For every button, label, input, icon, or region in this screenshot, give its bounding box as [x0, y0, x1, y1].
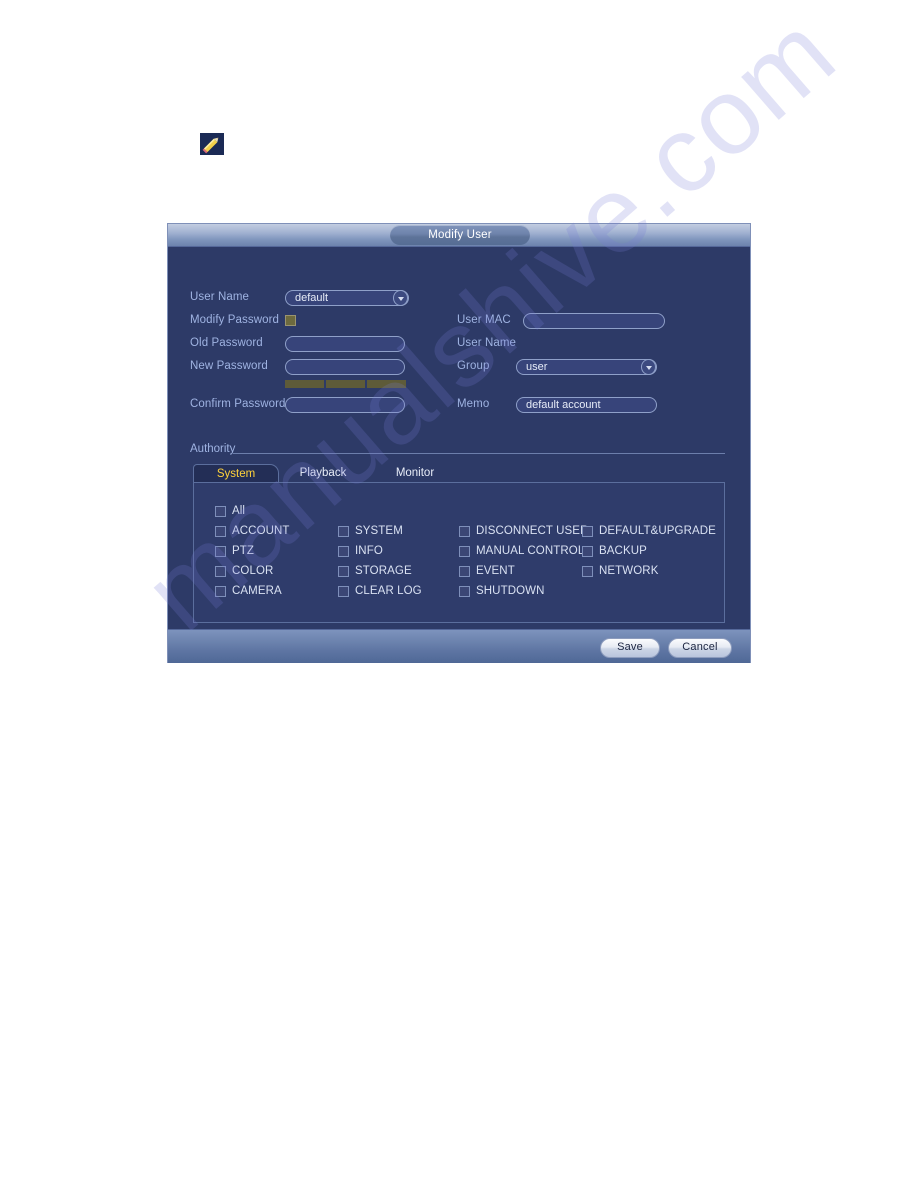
- dialog-footer: Save Cancel: [168, 629, 750, 663]
- dialog-title: Modify User: [390, 225, 530, 245]
- modify-user-dialog: Modify User User Name default Modify Pas…: [168, 224, 750, 663]
- user-name-select[interactable]: default: [285, 290, 409, 306]
- user-mac-input[interactable]: [523, 313, 665, 329]
- new-password-input[interactable]: [285, 359, 405, 375]
- checkbox-label: EVENT: [476, 565, 515, 577]
- checkbox-box[interactable]: [338, 546, 349, 557]
- tab-monitor[interactable]: Monitor: [377, 464, 453, 483]
- password-strength-segment: [367, 380, 406, 388]
- checkbox-label: SHUTDOWN: [476, 585, 545, 597]
- checkbox-label: NETWORK: [599, 565, 659, 577]
- checkbox-clear-log[interactable]: CLEAR LOG: [338, 585, 422, 598]
- authority-permissions-panel: All ACCOUNT PTZ COLOR CAMERA SYSTEM INFO…: [193, 482, 725, 623]
- label-user-name: User Name: [190, 291, 250, 303]
- checkbox-label: ACCOUNT: [232, 525, 290, 537]
- checkbox-box[interactable]: [215, 546, 226, 557]
- password-strength-indicator: [285, 380, 406, 388]
- checkbox-manual-control[interactable]: MANUAL CONTROL: [459, 545, 584, 558]
- label-confirm-password: Confirm Password: [190, 398, 286, 410]
- checkbox-account[interactable]: ACCOUNT: [215, 525, 290, 538]
- memo-input[interactable]: default account: [516, 397, 657, 413]
- checkbox-default-upgrade[interactable]: DEFAULT&UPGRADE: [582, 525, 716, 538]
- pencil-edit-icon: [200, 133, 224, 155]
- checkbox-label: All: [232, 505, 246, 517]
- checkbox-box[interactable]: [459, 586, 470, 597]
- confirm-password-input[interactable]: [285, 397, 405, 413]
- authority-section-label: Authority: [190, 443, 236, 455]
- checkbox-label: MANUAL CONTROL: [476, 545, 585, 557]
- checkbox-label: DISCONNECT USER: [476, 525, 589, 537]
- checkbox-box[interactable]: [459, 526, 470, 537]
- group-select[interactable]: user: [516, 359, 657, 375]
- checkbox-label: BACKUP: [599, 545, 647, 557]
- old-password-input[interactable]: [285, 336, 405, 352]
- checkbox-event[interactable]: EVENT: [459, 565, 515, 578]
- checkbox-label: COLOR: [232, 565, 274, 577]
- dialog-body: User Name default Modify Password Old Pa…: [168, 247, 750, 629]
- checkbox-label: SYSTEM: [355, 525, 403, 537]
- checkbox-box[interactable]: [338, 566, 349, 577]
- group-select-value[interactable]: user: [516, 359, 657, 375]
- label-new-password: New Password: [190, 360, 268, 372]
- label-old-password: Old Password: [190, 337, 263, 349]
- authority-tabs: System Playback Monitor: [193, 464, 713, 483]
- checkbox-box[interactable]: [582, 546, 593, 557]
- checkbox-box[interactable]: [215, 506, 226, 517]
- checkbox-box[interactable]: [459, 546, 470, 557]
- label-memo: Memo: [457, 398, 490, 410]
- save-button[interactable]: Save: [600, 638, 660, 658]
- checkbox-box[interactable]: [215, 526, 226, 537]
- checkbox-box[interactable]: [582, 566, 593, 577]
- checkbox-box[interactable]: [582, 526, 593, 537]
- checkbox-backup[interactable]: BACKUP: [582, 545, 647, 558]
- checkbox-box[interactable]: [338, 586, 349, 597]
- checkbox-shutdown[interactable]: SHUTDOWN: [459, 585, 545, 598]
- checkbox-box[interactable]: [338, 526, 349, 537]
- checkbox-all[interactable]: All: [215, 505, 245, 518]
- checkbox-box[interactable]: [459, 566, 470, 577]
- checkbox-label: INFO: [355, 545, 383, 557]
- checkbox-label: DEFAULT&UPGRADE: [599, 525, 716, 537]
- checkbox-label: STORAGE: [355, 565, 412, 577]
- checkbox-color[interactable]: COLOR: [215, 565, 273, 578]
- checkbox-label: PTZ: [232, 545, 255, 557]
- cancel-button[interactable]: Cancel: [668, 638, 732, 658]
- tab-system[interactable]: System: [193, 464, 279, 483]
- modify-password-checkbox[interactable]: [285, 315, 296, 326]
- checkbox-network[interactable]: NETWORK: [582, 565, 658, 578]
- tab-playback[interactable]: Playback: [285, 464, 361, 483]
- label-modify-password: Modify Password: [190, 314, 280, 326]
- user-name-select-value[interactable]: default: [285, 290, 409, 306]
- chevron-down-icon[interactable]: [393, 290, 408, 306]
- authority-divider: [233, 453, 725, 454]
- checkbox-info[interactable]: INFO: [338, 545, 383, 558]
- checkbox-disconnect-user[interactable]: DISCONNECT USER: [459, 525, 588, 538]
- chevron-down-icon[interactable]: [641, 359, 656, 375]
- checkbox-system[interactable]: SYSTEM: [338, 525, 403, 538]
- checkbox-box[interactable]: [215, 566, 226, 577]
- dialog-titlebar: Modify User: [168, 224, 750, 247]
- checkbox-camera[interactable]: CAMERA: [215, 585, 282, 598]
- password-strength-segment: [326, 380, 365, 388]
- checkbox-label: CAMERA: [232, 585, 282, 597]
- checkbox-label: CLEAR LOG: [355, 585, 422, 597]
- label-group: Group: [457, 360, 490, 372]
- checkbox-storage[interactable]: STORAGE: [338, 565, 412, 578]
- label-user-mac: User MAC: [457, 314, 511, 326]
- checkbox-box[interactable]: [215, 586, 226, 597]
- label-user-name-right: User Name: [457, 337, 517, 349]
- password-strength-segment: [285, 380, 324, 388]
- checkbox-ptz[interactable]: PTZ: [215, 545, 254, 558]
